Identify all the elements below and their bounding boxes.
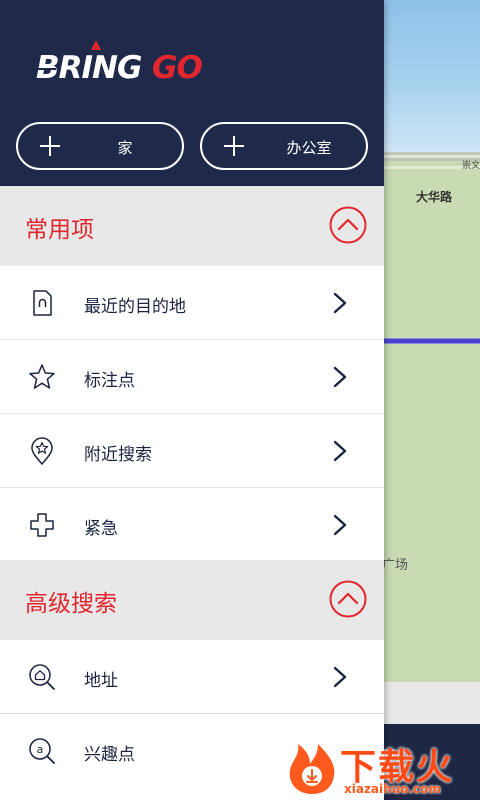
cross-icon (30, 513, 54, 537)
drawer-header: BRING GO 家 办公室 (0, 0, 384, 186)
menu-item-label: 附近搜索 (84, 445, 152, 465)
svg-text:a: a (37, 743, 44, 756)
menu-item-marked-points[interactable]: 标注点 (0, 340, 384, 414)
menu-item-label: 地址 (84, 671, 118, 691)
home-shortcut-button[interactable]: 家 (16, 122, 184, 170)
flame-logo-icon (289, 744, 335, 794)
home-shortcut-label: 家 (117, 139, 133, 157)
bringgo-logo: BRING GO (36, 40, 203, 84)
menu-item-label: 兴趣点 (84, 745, 135, 765)
menu-item-label: 最近的目的地 (84, 297, 186, 317)
menu-item-recent-destinations[interactable]: 最近的目的地 (0, 266, 384, 340)
svg-text:BRING: BRING (36, 50, 142, 84)
navigation-drawer: BRING GO 家 办公室 常用项 最近的目的地 标注点 附近搜索 紧急 高级… (0, 0, 384, 800)
section-title: 高级搜索 (25, 591, 117, 617)
map-sky-area (384, 0, 480, 152)
chevron-right-icon (333, 666, 347, 688)
collapse-up-icon[interactable] (329, 580, 367, 618)
map-label: 崇文 (462, 161, 480, 171)
svg-text:GO: GO (152, 50, 202, 84)
collapse-up-icon[interactable] (329, 206, 367, 244)
section-header-advanced-search[interactable]: 高级搜索 (0, 560, 384, 640)
plus-icon (224, 136, 244, 156)
section-header-common[interactable]: 常用项 (0, 186, 384, 266)
map-label: 广场 (382, 558, 409, 573)
office-shortcut-label: 办公室 (286, 139, 332, 157)
recent-destination-icon (33, 290, 52, 316)
plus-icon (40, 136, 60, 156)
menu-item-address[interactable]: 地址 (0, 640, 384, 714)
star-icon (29, 364, 55, 389)
chevron-right-icon (333, 514, 347, 536)
office-shortcut-button[interactable]: 办公室 (200, 122, 368, 170)
menu-item-label: 标注点 (84, 371, 135, 391)
chevron-right-icon (333, 292, 347, 314)
chevron-right-icon (333, 366, 347, 388)
menu-item-label: 紧急 (84, 519, 118, 539)
map-bottom-strip (384, 682, 480, 724)
watermark-url: xiazaihuo.com (344, 782, 441, 796)
poi-search-icon: a (29, 738, 55, 764)
map-label: 大华路 (416, 190, 453, 204)
nearby-search-icon (31, 437, 53, 465)
section-title: 常用项 (25, 217, 94, 243)
chevron-right-icon (333, 440, 347, 462)
watermark: 下载火 xiazaihuo.com (284, 732, 480, 800)
menu-item-emergency[interactable]: 紧急 (0, 488, 384, 562)
address-search-icon (29, 664, 55, 690)
menu-item-nearby-search[interactable]: 附近搜索 (0, 414, 384, 488)
map-route-line (384, 338, 480, 344)
